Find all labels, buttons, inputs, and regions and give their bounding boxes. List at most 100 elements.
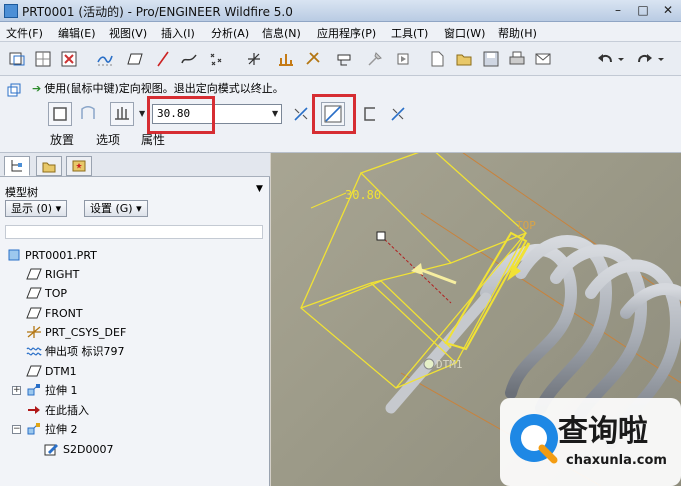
model-tree-title: 模型树: [5, 186, 38, 199]
datum-plane-tool-icon[interactable]: [126, 50, 144, 68]
tree-item-label: S2D0007: [63, 442, 114, 456]
tree-item-extrude-2[interactable]: 拉伸 2: [26, 421, 78, 437]
dtm1-plane-label: DTM1: [436, 358, 463, 371]
message-arrow-icon: ➔: [32, 82, 42, 95]
tree-item-top[interactable]: TOP: [26, 285, 67, 301]
top-plane-label: TOP: [516, 219, 536, 232]
menu-tools[interactable]: 工具(T): [391, 25, 428, 41]
title-bar: PRT0001 (活动的) - Pro/ENGINEER Wildfire 5.…: [0, 0, 681, 22]
tab-placement[interactable]: 放置: [50, 131, 74, 148]
tree-item-insert-here[interactable]: 在此插入: [26, 402, 89, 418]
tree-item-label: TOP: [45, 286, 68, 300]
collapse-extrude-2-button[interactable]: −: [12, 425, 21, 434]
navigator-panel: 模型树 ▼ 显示 (0) ▾ 设置 (G) ▾ PRT0001.PRT RIGH…: [0, 153, 270, 486]
tree-item-part[interactable]: PRT0001.PRT: [6, 247, 97, 263]
tab-favorites[interactable]: [66, 156, 92, 176]
depth-value-highlight: [147, 96, 215, 134]
tree-item-label: RIGHT: [45, 267, 80, 281]
menu-insert[interactable]: 插入(I): [161, 25, 195, 41]
tree-item-protrusion[interactable]: 伸出项 标识797: [26, 343, 125, 359]
menu-view[interactable]: 视图(V): [109, 25, 147, 41]
show-button[interactable]: 显示 (0) ▾: [5, 200, 68, 217]
datum-curve-tool-icon[interactable]: [180, 50, 198, 68]
tree-item-dtm1[interactable]: DTM1: [26, 363, 77, 379]
send-mail-icon[interactable]: [534, 50, 552, 68]
datum-plane-icon: [26, 286, 42, 300]
orient-mode-icon[interactable]: [6, 82, 22, 98]
menu-edit[interactable]: 编辑(E): [58, 25, 96, 41]
model-tree-icon: [11, 160, 22, 172]
regenerate-icon[interactable]: [366, 50, 384, 68]
datum-plane-icon: [26, 364, 42, 378]
depth-value-dropdown-icon[interactable]: ▼: [272, 109, 278, 118]
menu-bar: 文件(F) 编辑(E) 视图(V) 插入(I) 分析(A) 信息(N) 应用程序…: [0, 22, 681, 42]
cancel-sketch-icon[interactable]: [60, 50, 78, 68]
depth-option-dropdown-icon[interactable]: ▼: [139, 109, 145, 118]
expand-extrude-1-button[interactable]: +: [12, 386, 21, 395]
depth-drag-handle[interactable]: [376, 231, 386, 241]
close-button[interactable]: ✕: [657, 1, 679, 19]
favorites-icon: [72, 160, 86, 172]
tree-item-label: 拉伸 2: [45, 423, 78, 436]
protrusion-icon: [26, 344, 42, 358]
datum-axis-tool-icon[interactable]: [154, 50, 172, 68]
tab-properties[interactable]: 属性: [141, 131, 165, 148]
thicken-sketch-button[interactable]: [358, 102, 382, 126]
datum-plane-icon: [26, 306, 42, 320]
tree-item-sketch[interactable]: S2D0007: [44, 441, 113, 457]
settings-button[interactable]: 设置 (G) ▾: [84, 200, 148, 217]
datum-point-tool-icon[interactable]: [207, 50, 225, 68]
tab-options[interactable]: 选项: [96, 131, 120, 148]
maximize-button[interactable]: □: [632, 1, 654, 19]
tab-model-tree[interactable]: [4, 156, 30, 176]
tree-item-label: DTM1: [45, 364, 77, 378]
flip-material-side-button[interactable]: [386, 102, 410, 126]
tree-item-extrude-1[interactable]: 拉伸 1: [26, 382, 78, 398]
tree-item-csys[interactable]: PRT_CSYS_DEF: [26, 324, 126, 340]
model-tree-menu-icon[interactable]: ▼: [256, 184, 263, 194]
new-file-icon[interactable]: [428, 50, 446, 68]
model-tree-filter[interactable]: [5, 225, 263, 239]
dimension-label[interactable]: 30.80: [345, 188, 381, 202]
tree-item-label: FRONT: [45, 306, 83, 320]
open-file-icon[interactable]: [455, 50, 473, 68]
tree-item-label: 伸出项 标识797: [45, 345, 125, 358]
menu-info[interactable]: 信息(N): [262, 25, 301, 41]
menu-file[interactable]: 文件(F): [6, 25, 43, 41]
status-message-text: 使用(鼠标中键)定向视图。退出定向模式以终止。: [44, 82, 284, 95]
sketch-setup-icon[interactable]: [8, 50, 26, 68]
construction-mode-icon[interactable]: [96, 50, 114, 68]
sketch-icon: [44, 442, 60, 456]
menu-applications[interactable]: 应用程序(P): [317, 25, 376, 41]
tab-folder-browser[interactable]: [36, 156, 62, 176]
window-title: PRT0001 (活动的) - Pro/ENGINEER Wildfire 5.…: [22, 5, 293, 19]
tree-item-right[interactable]: RIGHT: [26, 266, 79, 282]
redo-dropdown-icon[interactable]: [652, 50, 670, 68]
menu-window[interactable]: 窗口(W): [444, 25, 485, 41]
sketcher-display-icon[interactable]: [335, 50, 353, 68]
flip-depth-direction-button[interactable]: [289, 102, 313, 126]
minimize-button[interactable]: –: [607, 1, 629, 19]
sketch-grid-icon[interactable]: [34, 50, 52, 68]
datum-csys-tool-icon[interactable]: [245, 50, 263, 68]
print-icon[interactable]: [508, 50, 526, 68]
folder-icon: [42, 162, 56, 173]
depth-option-button[interactable]: [110, 102, 134, 126]
extrude-dashboard: ➔ 使用(鼠标中键)定向视图。退出定向模式以终止。 ▼ 30.80 ▼ 放置 选项…: [0, 76, 681, 153]
navigator-tabs: [0, 153, 270, 177]
watermark-url: chaxunla.com: [566, 453, 667, 468]
feature-operations-icon[interactable]: [304, 50, 322, 68]
model-player-icon[interactable]: [394, 50, 412, 68]
remove-material-highlight: [312, 94, 356, 134]
menu-analysis[interactable]: 分析(A): [211, 25, 249, 41]
dimension-leader: [310, 192, 347, 209]
save-file-icon[interactable]: [482, 50, 500, 68]
tree-item-label: 拉伸 1: [45, 384, 78, 397]
main-toolbar: [0, 42, 681, 76]
extrude-solid-button[interactable]: [48, 102, 72, 126]
undo-dropdown-icon[interactable]: [612, 50, 630, 68]
extrude-surface-button[interactable]: [76, 102, 100, 126]
tree-item-front[interactable]: FRONT: [26, 305, 83, 321]
analysis-feature-icon[interactable]: [277, 50, 295, 68]
menu-help[interactable]: 帮助(H): [498, 25, 537, 41]
